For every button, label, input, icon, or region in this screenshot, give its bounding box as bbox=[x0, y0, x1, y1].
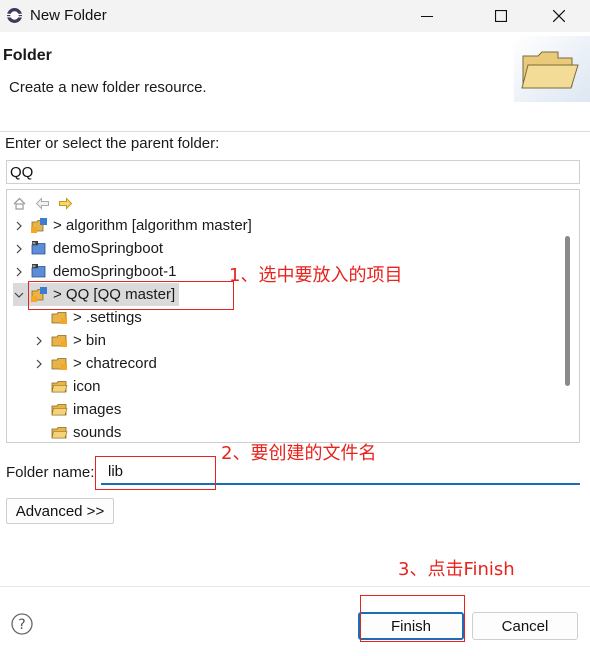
tree-item-demospringboot-1[interactable]: M demoSpringboot-1 bbox=[13, 260, 176, 283]
folder-git-icon bbox=[51, 355, 68, 372]
tree-toolbar bbox=[11, 194, 74, 212]
wizard-description: Create a new folder resource. bbox=[9, 79, 207, 96]
tree-item-bin[interactable]: > bin bbox=[33, 329, 106, 352]
cancel-button[interactable]: Cancel bbox=[472, 612, 578, 640]
maven-project-icon: M bbox=[31, 263, 48, 280]
svg-text:M: M bbox=[33, 241, 36, 245]
annotation-box-folder-name bbox=[95, 456, 216, 490]
tree-item-chatrecord[interactable]: > chatrecord bbox=[33, 352, 157, 375]
folder-name-label: Folder name: bbox=[6, 464, 95, 481]
annotation-box-finish bbox=[360, 595, 465, 642]
tree-item-algorithm[interactable]: > algorithm [algorithm master] bbox=[13, 214, 252, 237]
tree-item-label: > algorithm [algorithm master] bbox=[53, 217, 252, 234]
window-title: New Folder bbox=[30, 7, 107, 24]
back-icon[interactable] bbox=[34, 195, 51, 212]
footer-divider bbox=[0, 586, 590, 587]
maven-project-icon: M bbox=[31, 240, 48, 257]
home-icon[interactable] bbox=[11, 195, 28, 212]
annotation-step3: 3、点击Finish bbox=[398, 559, 515, 580]
tree-item-label: > .settings bbox=[73, 309, 142, 326]
tree-item-label: sounds bbox=[73, 424, 122, 441]
forward-icon[interactable] bbox=[57, 195, 74, 212]
folder-icon bbox=[51, 401, 68, 418]
close-icon bbox=[553, 10, 565, 22]
annotation-step1: 1、选中要放入的项目 bbox=[229, 265, 403, 286]
annotation-step2: 2、要创建的文件名 bbox=[221, 443, 377, 464]
tree-item-label: icon bbox=[73, 378, 101, 395]
folder-icon bbox=[51, 378, 68, 395]
header-divider bbox=[0, 131, 590, 132]
tree-item-sounds[interactable]: sounds bbox=[33, 421, 122, 442]
parent-folder-input[interactable] bbox=[6, 160, 580, 184]
folder-git-icon bbox=[51, 332, 68, 349]
close-button[interactable] bbox=[536, 0, 582, 32]
tree-item-label: demoSpringboot bbox=[53, 240, 164, 257]
tree-item-icon[interactable]: icon bbox=[33, 375, 101, 398]
wizard-title: Folder bbox=[3, 47, 52, 64]
minimize-button[interactable] bbox=[404, 0, 450, 32]
wizard-header: Folder Create a new folder resource. bbox=[0, 32, 590, 132]
tree-item-label: images bbox=[73, 401, 122, 418]
tree-item-label: demoSpringboot-1 bbox=[53, 263, 177, 280]
eclipse-app-icon bbox=[6, 7, 23, 24]
title-bar: New Folder bbox=[0, 0, 590, 32]
maximize-button[interactable] bbox=[478, 0, 524, 32]
tree-item-label: > bin bbox=[73, 332, 106, 349]
parent-folder-label: Enter or select the parent folder: bbox=[5, 135, 220, 152]
chevron-right-icon[interactable] bbox=[33, 335, 45, 347]
svg-text:?: ? bbox=[18, 617, 25, 633]
folder-icon bbox=[51, 424, 68, 441]
chevron-right-icon[interactable] bbox=[33, 358, 45, 370]
chevron-down-icon[interactable] bbox=[13, 289, 25, 301]
maximize-icon bbox=[495, 10, 507, 22]
annotation-box-project bbox=[28, 281, 234, 310]
tree-item-images[interactable]: images bbox=[33, 398, 121, 421]
folder-tree[interactable]: > algorithm [algorithm master] M demoSpr… bbox=[6, 189, 580, 443]
chevron-right-icon[interactable] bbox=[13, 220, 25, 232]
chevron-right-icon[interactable] bbox=[13, 243, 25, 255]
tree-item-demospringboot[interactable]: M demoSpringboot bbox=[13, 237, 163, 260]
tree-item-label: > chatrecord bbox=[73, 355, 157, 372]
git-project-icon bbox=[31, 217, 48, 234]
advanced-button[interactable]: Advanced >> bbox=[6, 498, 114, 524]
minimize-icon bbox=[421, 16, 433, 17]
folder-banner-icon bbox=[514, 36, 590, 102]
help-icon[interactable]: ? bbox=[11, 613, 33, 635]
folder-git-icon bbox=[51, 309, 68, 326]
tree-scrollbar[interactable] bbox=[565, 236, 570, 386]
chevron-right-icon[interactable] bbox=[13, 266, 25, 278]
svg-text:M: M bbox=[33, 264, 36, 268]
